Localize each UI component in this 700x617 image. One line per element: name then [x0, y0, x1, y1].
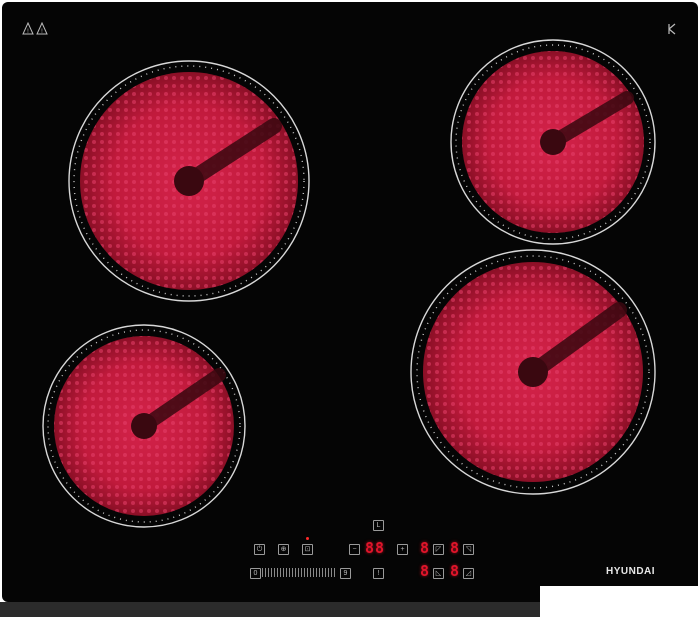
- slider-max-key[interactable]: 9: [340, 568, 351, 579]
- zone-icon: ◹: [465, 546, 472, 553]
- warning-triangle-icon: ! !: [22, 21, 50, 41]
- child-lock-icon: [666, 22, 678, 41]
- timer-display-bottom-left: 8: [420, 562, 431, 580]
- background-notch: [540, 586, 700, 617]
- power-key[interactable]: ⏻: [254, 544, 265, 555]
- timer-display-top-right: 8: [450, 539, 461, 557]
- boost-key[interactable]: ⊡: [302, 544, 313, 555]
- heating-element-small: [450, 39, 656, 245]
- slider-min-key[interactable]: 0: [250, 568, 261, 579]
- zone-select-key[interactable]: ◸: [433, 544, 444, 555]
- minus-key[interactable]: −: [349, 544, 360, 555]
- indicator-light: [306, 537, 309, 540]
- heating-element-large: [68, 60, 310, 302]
- power-icon: ⏻: [256, 546, 263, 553]
- cooking-zone-front-left-large[interactable]: [66, 58, 312, 304]
- zone-select-key[interactable]: ◹: [463, 544, 474, 555]
- zone-icon: ◺: [435, 570, 442, 577]
- cooking-zone-front-left-small[interactable]: [41, 323, 247, 529]
- cooking-zone-back-right-small[interactable]: [449, 38, 657, 246]
- cooking-zone-front-right-large[interactable]: [409, 248, 657, 496]
- timer-display-top-left: 8: [420, 539, 431, 557]
- zone-select-key[interactable]: ◺: [433, 568, 444, 579]
- zone-select-key[interactable]: ◿: [463, 568, 474, 579]
- brand-logo: HYUNDAI: [606, 566, 656, 577]
- timer-display-bottom-right: 8: [450, 562, 461, 580]
- select-key[interactable]: !: [373, 568, 384, 579]
- heating-element-large: [410, 249, 656, 495]
- plus-key[interactable]: +: [397, 544, 408, 555]
- zone-icon: ◿: [465, 570, 472, 577]
- lock-key[interactable]: ⊕: [278, 544, 289, 555]
- heating-element-small: [42, 324, 246, 528]
- power-slider[interactable]: [262, 568, 336, 577]
- main-display: 88: [365, 539, 386, 557]
- timer-key[interactable]: L: [373, 520, 384, 531]
- zone-icon: ◸: [435, 546, 442, 553]
